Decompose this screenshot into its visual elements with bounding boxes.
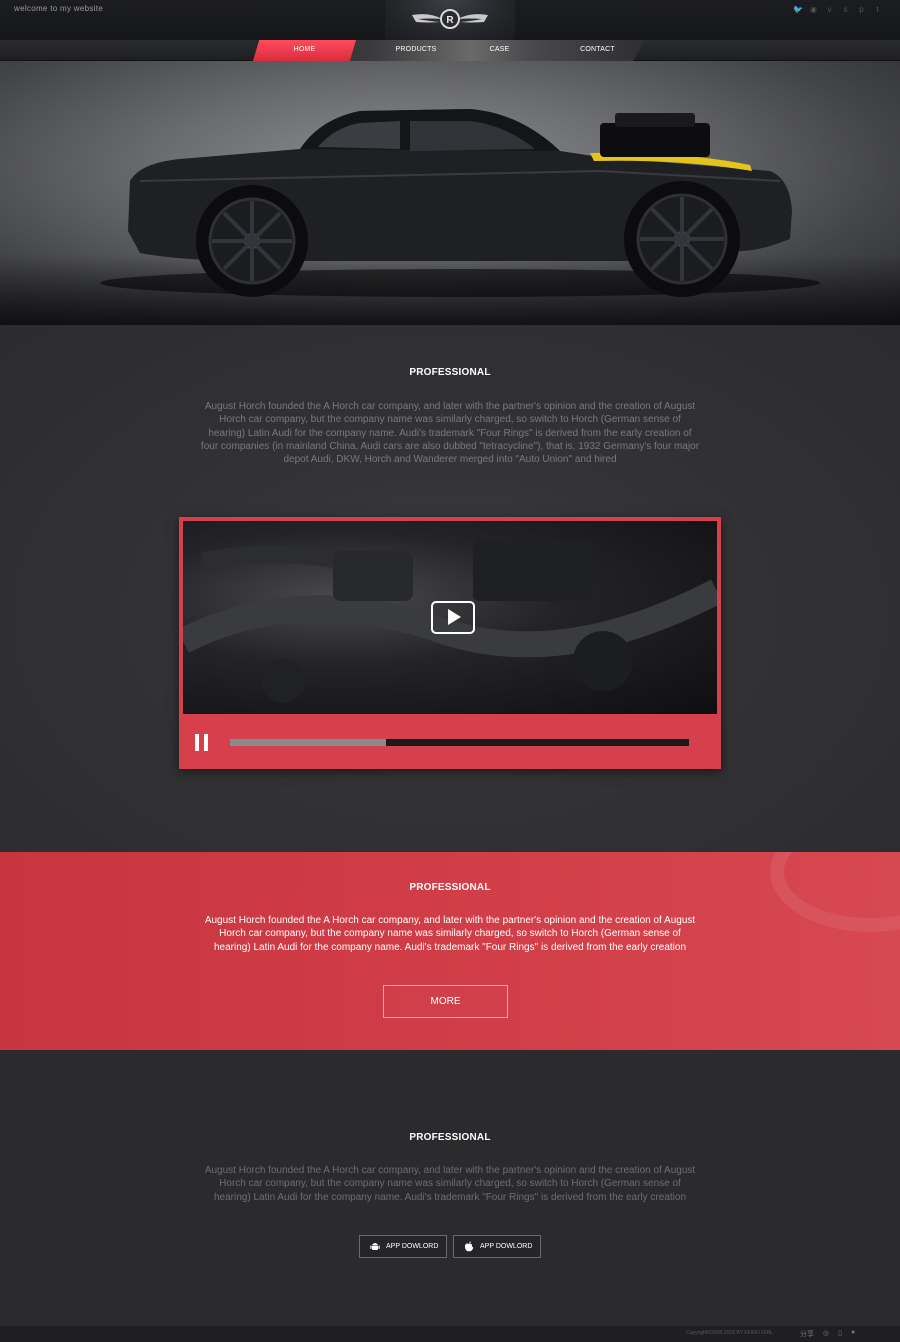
top-bar: welcome to my website R 🐦 ◉ v s p t: [0, 0, 900, 40]
main-nav: HOME PRODUCTS CASE CONTACT: [0, 40, 900, 61]
share-label: 分享: [800, 1331, 814, 1338]
app-download-label: APP DOWLORD: [480, 1243, 533, 1250]
ios-download-button[interactable]: APP DOWLORD: [453, 1235, 541, 1258]
copyright-text: Copyright©2008-2015 BY FEIFEI GIRL: [686, 1330, 773, 1336]
progress-bar[interactable]: [230, 739, 689, 746]
nav-item-home[interactable]: HOME: [253, 40, 356, 61]
play-button[interactable]: [431, 601, 475, 634]
section-body: August Horch founded the A Horch car com…: [200, 401, 700, 466]
footer-share: 分享 ◎ ▯ ●: [800, 1329, 855, 1339]
welcome-text: welcome to my website: [14, 4, 103, 13]
section-professional-2: PROFESSIONAL August Horch founded the A …: [0, 852, 900, 1050]
apple-icon: [464, 1241, 474, 1252]
hero-car-image: [100, 109, 820, 297]
tumblr-icon[interactable]: t: [873, 5, 882, 14]
pause-button[interactable]: [195, 734, 209, 751]
android-download-button[interactable]: APP DOWLORD: [359, 1235, 447, 1258]
rss-icon[interactable]: ◉: [809, 5, 818, 14]
social-links: 🐦 ◉ v s p t: [793, 5, 882, 14]
svg-text:R: R: [446, 15, 454, 26]
section-body: August Horch founded the A Horch car com…: [204, 1165, 696, 1203]
video-player: [179, 517, 721, 769]
pinterest-icon[interactable]: p: [857, 5, 866, 14]
twitter-icon[interactable]: 🐦: [793, 5, 803, 14]
vimeo-icon[interactable]: v: [825, 5, 834, 14]
app-download-label: APP DOWLORD: [386, 1243, 439, 1250]
section-professional-1: PROFESSIONAL August Horch founded the A …: [0, 325, 900, 852]
progress-fill: [230, 739, 387, 746]
weibo-icon[interactable]: ◎: [823, 1329, 829, 1339]
section-professional-3: PROFESSIONAL August Horch founded the A …: [0, 1050, 900, 1326]
section-title: PROFESSIONAL: [409, 1132, 491, 1143]
logo[interactable]: R: [385, 0, 515, 40]
mobile-icon[interactable]: ▯: [838, 1329, 842, 1339]
nav-item-products[interactable]: PRODUCTS: [370, 40, 462, 61]
winged-logo-icon: R: [412, 9, 488, 29]
footer: Copyright©2008-2015 BY FEIFEI GIRL 分享 ◎ …: [0, 1326, 900, 1342]
more-button[interactable]: MORE: [383, 985, 508, 1018]
android-icon: [370, 1243, 380, 1250]
skype-icon[interactable]: s: [841, 5, 850, 14]
video-controls: [179, 717, 721, 769]
wechat-icon[interactable]: ●: [851, 1329, 855, 1339]
section-body: August Horch founded the A Horch car com…: [204, 915, 696, 953]
section-title: PROFESSIONAL: [409, 367, 491, 378]
nav-item-contact[interactable]: CONTACT: [555, 40, 640, 61]
nav-item-case[interactable]: CASE: [462, 40, 537, 61]
section-title: PROFESSIONAL: [409, 882, 491, 893]
video-screen[interactable]: [183, 521, 717, 714]
hero-banner: [0, 61, 900, 325]
